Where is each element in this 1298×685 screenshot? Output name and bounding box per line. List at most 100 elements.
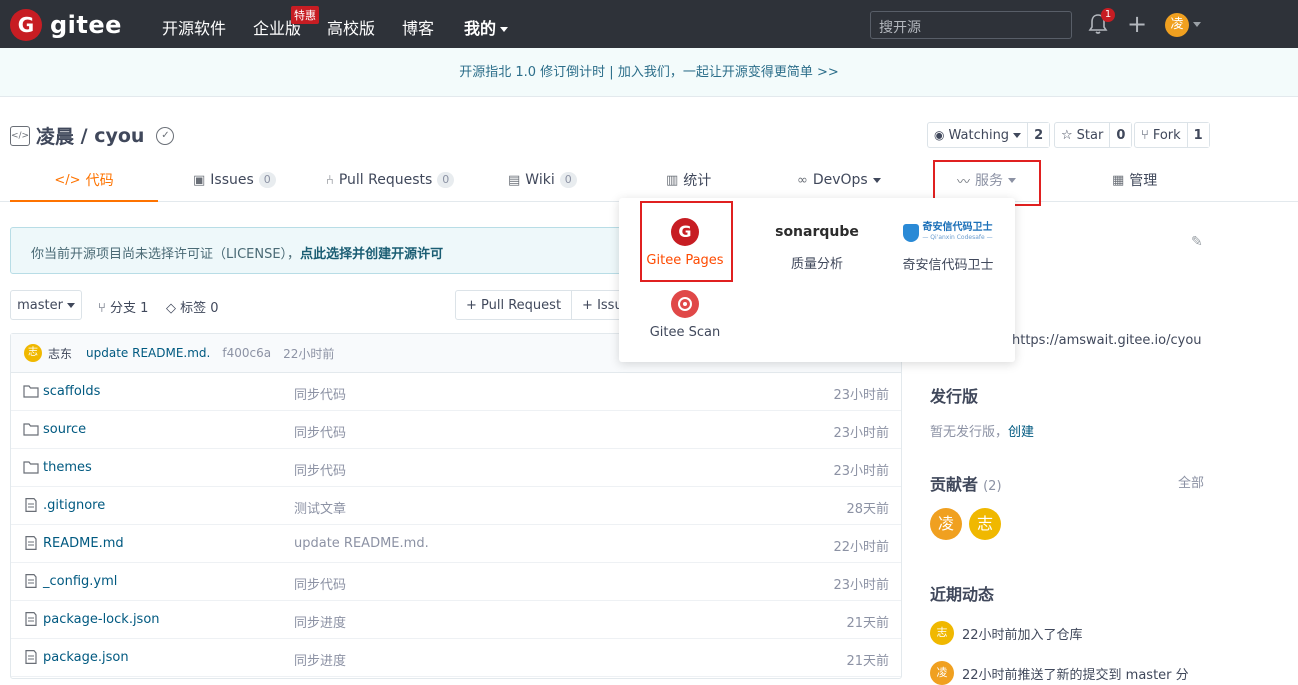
search-input[interactable]: 搜开源 (870, 11, 1072, 39)
contributor-avatar[interactable]: 凌 (930, 508, 962, 540)
bar-chart-icon: ▥ (666, 172, 679, 188)
star-label: Star (1076, 127, 1104, 143)
file-name-link[interactable]: themes (43, 460, 92, 475)
commit-author-avatar[interactable]: 志 (24, 344, 42, 362)
branch-icon: ⑂ (98, 301, 110, 316)
activity-avatar[interactable]: 志 (930, 621, 954, 645)
file-commit-message[interactable]: 同步代码 (294, 422, 346, 441)
file-name-link[interactable]: package-lock.json (43, 612, 160, 627)
repo-title: </> 凌晨 / cyou ✓ (10, 122, 175, 149)
activity-avatar[interactable]: 凌 (930, 661, 954, 685)
fork-button[interactable]: ⑂ Fork (1135, 123, 1188, 147)
file-name-link[interactable]: _config.yml (43, 574, 117, 589)
table-row[interactable]: scaffolds 同步代码 23小时前 (11, 373, 901, 411)
tab-stats[interactable]: ▥ 统计 (666, 160, 711, 200)
tag-icon: ◇ (166, 301, 181, 316)
commit-hash[interactable]: f400c6a (222, 346, 271, 360)
announcement-text[interactable]: 开源指北 1.0 修订倒计时 | 加入我们，一起让开源变得更简单 >> (459, 65, 839, 80)
tab-manage[interactable]: ▦ 管理 (1112, 160, 1157, 200)
table-row[interactable]: source 同步代码 23小时前 (11, 411, 901, 449)
table-row[interactable]: themes 同步代码 23小时前 (11, 449, 901, 487)
star-count[interactable]: 0 (1110, 123, 1132, 147)
target-icon (671, 290, 699, 318)
license-create-link[interactable]: 点此选择并创建开源许可 (300, 247, 443, 262)
create-release-link[interactable]: 创建 (1008, 425, 1034, 440)
branch-select[interactable]: master (10, 290, 82, 320)
file-name-link[interactable]: package.json (43, 650, 129, 665)
verified-badge-icon: ✓ (156, 126, 175, 145)
file-commit-time: 22小时前 (833, 540, 889, 555)
file-commit-message[interactable]: 同步代码 (294, 460, 346, 479)
table-row[interactable]: .gitignore 测试文章 28天前 (11, 487, 901, 525)
chevron-down-icon (872, 177, 881, 183)
gitee-logo[interactable]: G gitee (10, 9, 122, 41)
file-commit-message[interactable]: 测试文章 (294, 498, 346, 517)
special-offer-badge: 特惠 (291, 6, 319, 24)
contributors-title: 贡献者 (930, 475, 979, 494)
commit-author[interactable]: 志东 (48, 345, 72, 362)
file-name-link[interactable]: README.md (43, 536, 124, 551)
table-row[interactable]: package.json 同步进度 21天前 (11, 639, 901, 677)
tab-devops[interactable]: ∞ DevOps (797, 160, 881, 200)
file-name-link[interactable]: scaffolds (43, 384, 100, 399)
gitee-scan-item[interactable]: Gitee Scan (641, 290, 729, 340)
edit-icon[interactable]: ✎ (1191, 234, 1203, 250)
repo-code-icon: </> (10, 125, 30, 146)
contributors-heading: 贡献者 (2) (930, 471, 1002, 495)
nav-blog[interactable]: 博客 (402, 15, 434, 39)
announcement-bar[interactable]: 开源指北 1.0 修订倒计时 | 加入我们，一起让开源变得更简单 >> (0, 48, 1298, 97)
file-commit-message[interactable]: update README.md. (294, 536, 429, 551)
watch-count[interactable]: 2 (1028, 123, 1050, 147)
tags-link[interactable]: ◇ 标签 0 (166, 297, 219, 316)
tab-pull-requests[interactable]: ⑃ Pull Requests 0 (326, 160, 455, 200)
tab-wiki[interactable]: ▤ Wiki 0 (508, 160, 577, 200)
repo-name-link[interactable]: cyou (94, 125, 144, 147)
file-commit-message[interactable]: 同步代码 (294, 574, 346, 593)
file-commit-message[interactable]: 同步进度 (294, 612, 346, 631)
sonarqube-label: 质量分析 (790, 257, 843, 272)
tags-count: 标签 0 (180, 301, 219, 316)
sonarqube-item[interactable]: sonarqube 质量分析 (764, 224, 870, 272)
user-avatar[interactable]: 凌 (1165, 13, 1189, 37)
book-icon: ▤ (508, 172, 521, 188)
folder-icon (23, 385, 39, 398)
table-row[interactable]: README.md update README.md. 22小时前 (11, 525, 901, 563)
tab-code-label: 代码 (85, 173, 114, 189)
branches-link[interactable]: ⑂ 分支 1 (98, 297, 148, 316)
star-button-group: ☆ Star 0 (1054, 122, 1133, 148)
commit-message[interactable]: update README.md. (86, 346, 210, 360)
tab-code[interactable]: </> 代码 (10, 160, 158, 202)
file-list: 志 志东 update README.md. f400c6a 22小时前 sca… (10, 333, 902, 679)
contributor-avatar[interactable]: 志 (969, 508, 1001, 540)
tab-devops-label: DevOps (812, 172, 868, 188)
star-button[interactable]: ☆ Star (1055, 123, 1111, 147)
repo-tabs: </> 代码 ▣ Issues 0 ⑃ Pull Requests 0 ▤ Wiki 0 ▥ 统… (0, 160, 1298, 202)
plus-icon[interactable]: + (1127, 10, 1147, 38)
homepage-link[interactable]: https://amswait.gitee.io/cyou (1012, 333, 1212, 348)
chevron-down-icon (66, 302, 75, 308)
table-row[interactable]: _config.yml 同步代码 23小时前 (11, 563, 901, 601)
commit-time: 22小时前 (283, 346, 335, 361)
nav-mine[interactable]: 我的 (464, 15, 509, 39)
file-icon (25, 612, 37, 626)
repo-owner-link[interactable]: 凌晨 (36, 122, 74, 149)
tab-pulls-label: Pull Requests (338, 172, 433, 188)
nav-open-source[interactable]: 开源软件 (162, 15, 226, 39)
nav-education[interactable]: 高校版 (327, 15, 375, 39)
manage-icon: ▦ (1112, 172, 1125, 188)
watch-button[interactable]: ◉ Watching (928, 123, 1029, 147)
table-row[interactable]: package-lock.json 同步进度 21天前 (11, 601, 901, 639)
file-commit-time: 23小时前 (833, 464, 889, 479)
file-commit-message[interactable]: 同步进度 (294, 650, 346, 669)
qianxin-item[interactable]: 奇安信代码卫士 — Qi'anxin Codesafe — 奇安信代码卫士 (893, 220, 1003, 274)
gitee-logo-text: gitee (50, 11, 122, 39)
chevron-down-icon[interactable] (1193, 22, 1201, 27)
fork-count[interactable]: 1 (1187, 123, 1209, 147)
file-name-link[interactable]: .gitignore (43, 498, 105, 513)
new-pull-request-button[interactable]: + Pull Request (456, 291, 573, 319)
file-name-link[interactable]: source (43, 422, 86, 437)
contributors-all-link[interactable]: 全部 (1178, 472, 1204, 491)
tab-issues[interactable]: ▣ Issues 0 (193, 160, 276, 200)
tab-manage-label: 管理 (1129, 173, 1158, 189)
file-commit-message[interactable]: 同步代码 (294, 384, 346, 403)
